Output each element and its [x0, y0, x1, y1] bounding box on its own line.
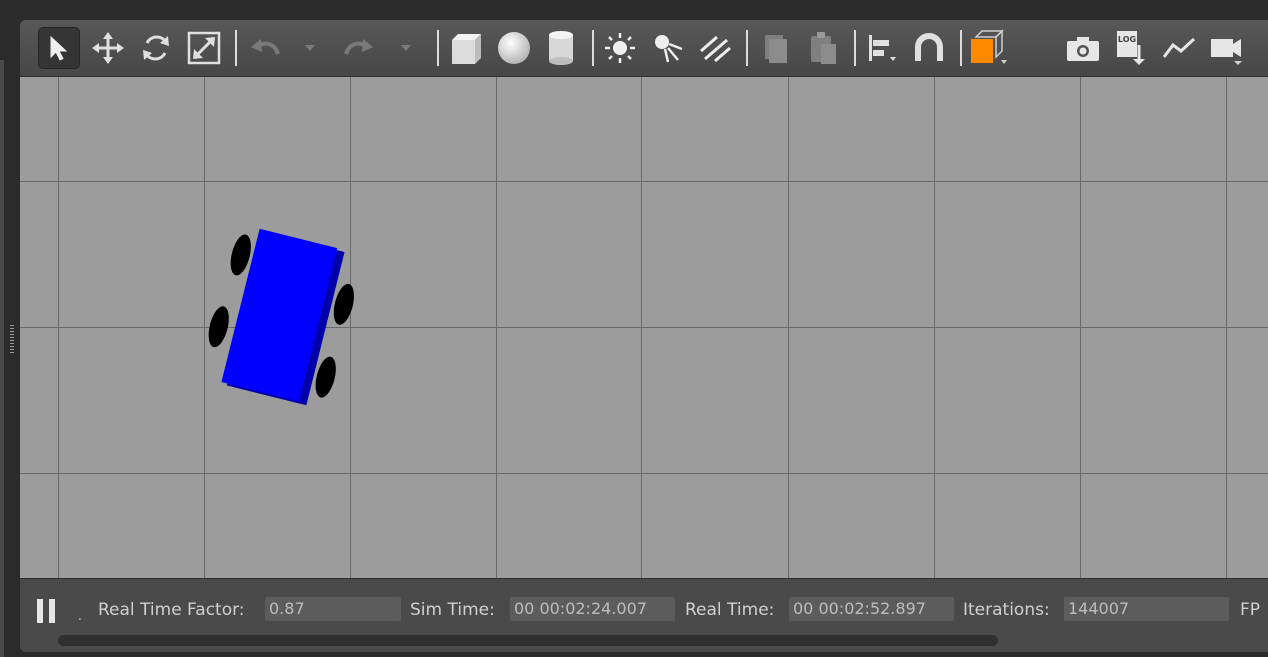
- copy-button[interactable]: [755, 27, 797, 69]
- box-shape-icon: [452, 34, 481, 64]
- sim-time-label: Sim Time:: [410, 600, 495, 620]
- view-angle-button[interactable]: [967, 27, 1009, 69]
- toolbar-separator: [960, 30, 962, 66]
- align-button[interactable]: [860, 27, 902, 69]
- toolbar-separator: [592, 30, 594, 66]
- select-mode-icon: [50, 35, 68, 61]
- paste-button[interactable]: [802, 27, 844, 69]
- iterations-value: 144007: [1064, 597, 1229, 621]
- paste-icon: [811, 32, 836, 64]
- sphere-shape-icon: [498, 32, 530, 64]
- robot-car-model[interactable]: [20, 77, 1268, 578]
- undo-history-dropdown-icon: [305, 45, 315, 51]
- snap-button[interactable]: [908, 27, 950, 69]
- real-time-value: 00 00:02:52.897: [789, 597, 954, 621]
- log-icon: LOG: [1117, 31, 1145, 65]
- translate-mode-icon: [92, 32, 124, 64]
- sphere-shape-button[interactable]: [493, 27, 535, 69]
- robot-wheel: [208, 306, 229, 348]
- screenshot-button[interactable]: [1062, 27, 1104, 69]
- spot-light-icon: [655, 35, 683, 63]
- undo-icon: [251, 39, 280, 55]
- rotate-mode-button[interactable]: [135, 27, 177, 69]
- real-time-label: Real Time:: [685, 600, 775, 620]
- gazebo-window: LOG . Real Time Factor: 0.87 Sim Time: 0…: [20, 20, 1268, 652]
- toolbar-separator: [746, 30, 748, 66]
- left-panel-edge: [0, 60, 4, 657]
- toolbar-separator: [854, 30, 856, 66]
- directional-light-button[interactable]: [694, 27, 736, 69]
- view-angle-icon: [971, 29, 1007, 64]
- toolbar-separator: [437, 30, 439, 66]
- point-light-button[interactable]: [599, 27, 641, 69]
- iterations-label: Iterations:: [963, 600, 1050, 620]
- video-record-icon: [1211, 39, 1242, 65]
- scale-mode-icon: [187, 31, 221, 65]
- pause-button[interactable]: [37, 599, 57, 623]
- cylinder-shape-button[interactable]: [540, 27, 582, 69]
- select-mode-button[interactable]: [38, 27, 80, 69]
- rotate-mode-icon: [143, 35, 169, 61]
- directional-light-icon: [700, 35, 731, 63]
- redo-icon: [344, 39, 373, 55]
- scale-mode-button[interactable]: [183, 27, 225, 69]
- log-icon-text: LOG: [1118, 35, 1136, 44]
- cylinder-shape-icon: [549, 31, 573, 65]
- sim-time-value: 00 00:02:24.007: [510, 597, 675, 621]
- box-shape-button[interactable]: [445, 27, 487, 69]
- align-icon: [869, 35, 896, 61]
- spot-light-button[interactable]: [647, 27, 689, 69]
- splitter-handle[interactable]: [10, 325, 14, 353]
- pause-icon: [37, 599, 43, 623]
- video-record-button[interactable]: [1206, 27, 1248, 69]
- translate-mode-button[interactable]: [87, 27, 129, 69]
- fps-label: FP: [1240, 600, 1261, 620]
- real-time-factor-value: 0.87: [265, 597, 401, 621]
- plot-icon: [1162, 37, 1196, 58]
- status-bar: . Real Time Factor: 0.87 Sim Time: 00 00…: [20, 578, 1268, 652]
- real-time-factor-label: Real Time Factor:: [98, 600, 245, 620]
- point-light-icon: [605, 33, 635, 63]
- toolbar: LOG: [20, 20, 1268, 77]
- undo-history-button[interactable]: [292, 27, 328, 69]
- snap-magnet-icon: [915, 33, 943, 61]
- undo-button[interactable]: [244, 27, 286, 69]
- redo-history-dropdown-icon: [401, 45, 411, 51]
- plot-button[interactable]: [1158, 27, 1200, 69]
- step-indicator: .: [78, 609, 82, 623]
- toolbar-separator: [235, 30, 237, 66]
- screenshot-camera-icon: [1067, 37, 1099, 61]
- horizontal-scrollbar[interactable]: [58, 635, 998, 646]
- redo-history-button[interactable]: [388, 27, 424, 69]
- copy-icon: [765, 35, 787, 63]
- log-button[interactable]: LOG: [1110, 27, 1152, 69]
- redo-button[interactable]: [338, 27, 380, 69]
- scene-viewport[interactable]: [20, 77, 1268, 578]
- pause-icon: [49, 599, 55, 623]
